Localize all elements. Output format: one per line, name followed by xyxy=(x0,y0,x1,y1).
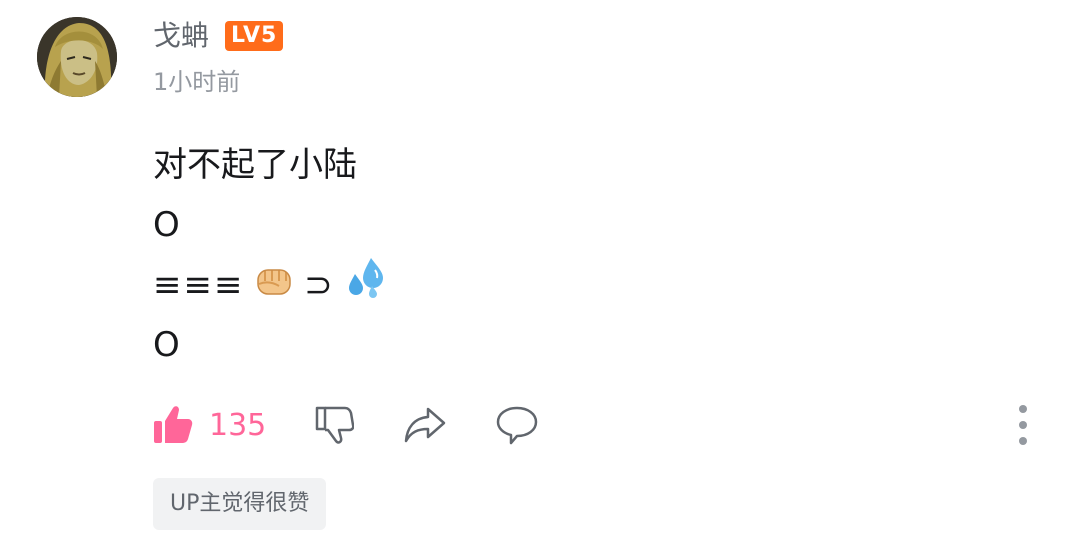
content-line: ≡≡≡ ⊃ xyxy=(153,255,387,315)
username[interactable]: 戈蚺 xyxy=(153,16,209,56)
comment-content: 对不起了小陆 O ≡≡≡ ⊃ O xyxy=(153,135,387,375)
comment-item: 戈蚺 LV5 1小时前 对不起了小陆 O ≡≡≡ ⊃ O 135 UP主觉得很赞 xyxy=(0,0,1080,539)
timestamp: 1小时前 xyxy=(153,68,241,96)
avatar-image xyxy=(37,17,117,97)
dislike-button[interactable] xyxy=(314,405,355,445)
level-badge: LV5 xyxy=(225,21,284,51)
content-line: O xyxy=(153,325,180,365)
share-button[interactable] xyxy=(404,405,446,445)
hand-glyph: ⊃ xyxy=(304,265,335,305)
share-icon xyxy=(405,407,446,443)
avatar[interactable] xyxy=(37,17,117,97)
content-line: 对不起了小陆 xyxy=(153,145,357,185)
reply-button[interactable] xyxy=(496,405,538,445)
comment-actions: 135 xyxy=(153,400,1033,450)
user-row: 戈蚺 LV5 xyxy=(153,16,284,56)
more-button[interactable] xyxy=(1013,404,1033,446)
sweat-droplets-icon xyxy=(345,256,387,317)
speed-lines: ≡≡≡ xyxy=(153,265,245,305)
like-count: 135 xyxy=(209,407,267,443)
like-button[interactable]: 135 xyxy=(153,405,266,445)
content-line: O xyxy=(153,205,180,245)
reply-icon xyxy=(497,406,538,445)
thumbs-down-icon xyxy=(316,406,355,444)
up-liked-badge: UP主觉得很赞 xyxy=(153,478,327,530)
thumbs-up-icon xyxy=(153,405,193,445)
more-icon xyxy=(1019,405,1027,445)
fist-icon xyxy=(255,257,293,317)
